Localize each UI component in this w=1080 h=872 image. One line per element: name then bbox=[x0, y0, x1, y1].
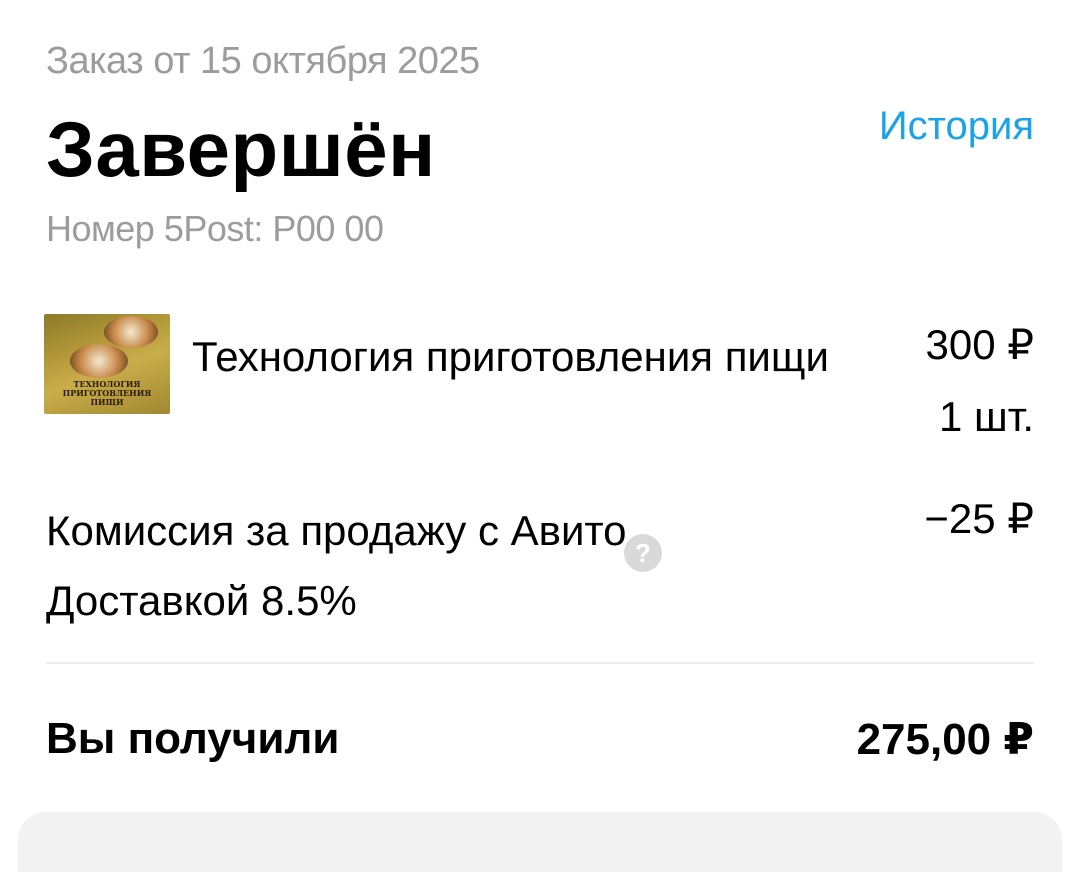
history-link[interactable]: История bbox=[879, 104, 1034, 149]
total-label: Вы получили bbox=[46, 714, 340, 763]
commission-label: Комиссия за продажу с Авито Доставкой 8.… bbox=[46, 507, 627, 624]
order-date: Заказ от 15 октября 2025 bbox=[46, 40, 480, 82]
item-price: 300 ₽ bbox=[925, 321, 1034, 368]
commission-amount: −25 ₽ bbox=[924, 495, 1034, 542]
book-cover-title: ТЕХНОЛОГИЯ ПРИГОТОВЛЕНИЯ ПИЩИ bbox=[62, 379, 152, 407]
item-thumbnail[interactable]: ТЕХНОЛОГИЯ ПРИГОТОВЛЕНИЯ ПИЩИ bbox=[44, 314, 170, 414]
divider bbox=[46, 662, 1034, 664]
item-name[interactable]: Технология приготовления пищи bbox=[192, 322, 852, 392]
question-circle-icon[interactable]: ? bbox=[624, 534, 662, 572]
item-quantity: 1 шт. bbox=[939, 393, 1034, 440]
dish-image bbox=[104, 316, 158, 348]
order-status-title: Завершён bbox=[46, 105, 436, 193]
total-amount: 275,00 ₽ bbox=[856, 715, 1034, 764]
next-card-edge bbox=[18, 812, 1062, 872]
dish-image bbox=[70, 344, 128, 378]
tracking-number: Номер 5Post: P00 00 bbox=[46, 208, 384, 249]
